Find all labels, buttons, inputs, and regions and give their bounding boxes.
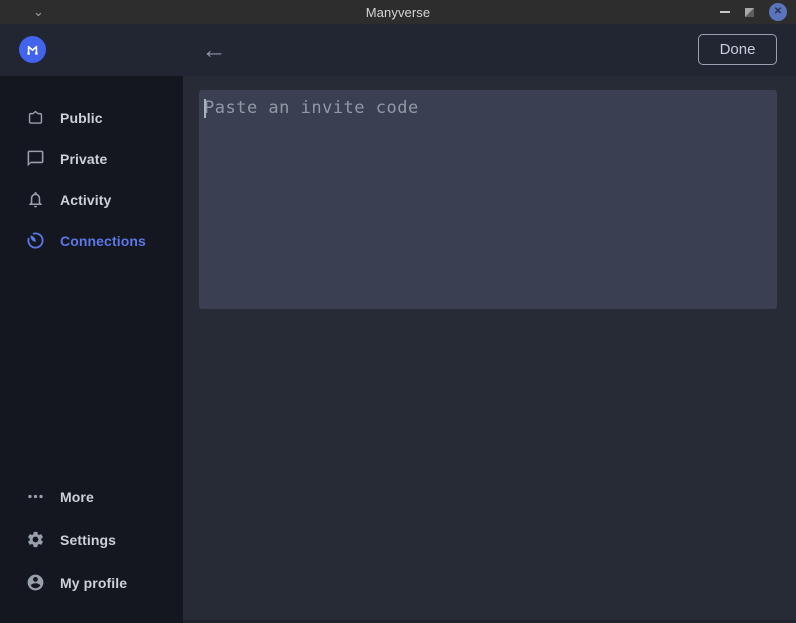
back-arrow-icon[interactable]: ← [200,34,228,66]
invite-code-input[interactable] [199,90,777,309]
sidebar-spacer [0,261,183,475]
manyverse-logo-icon [19,36,46,63]
sidebar-item-label: More [60,489,94,505]
sidebar-item-label: Connections [60,233,146,249]
app-header: ← Done [0,24,796,76]
profile-icon [26,573,45,592]
settings-icon [26,530,45,549]
sidebar: Public Private Activity [0,76,183,623]
sidebar-item-activity[interactable]: Activity [0,179,183,220]
sidebar-item-my-profile[interactable]: My profile [0,561,183,604]
private-icon [26,149,45,168]
sidebar-item-private[interactable]: Private [0,138,183,179]
window-controls: ✕ [720,0,787,24]
close-icon[interactable]: ✕ [769,3,787,21]
sidebar-item-label: My profile [60,575,127,591]
public-icon [26,108,45,127]
sidebar-item-more[interactable]: More [0,475,183,518]
sidebar-item-label: Private [60,151,107,167]
activity-icon [26,190,45,209]
connections-icon [26,231,45,250]
sidebar-main-nav: Public Private Activity [0,76,183,261]
titlebar: ⌄ Manyverse ✕ [0,0,796,24]
minimize-icon[interactable] [720,11,730,13]
sidebar-item-connections[interactable]: Connections [0,220,183,261]
sidebar-bottom-nav: More Settings My profile [0,475,183,623]
sidebar-item-public[interactable]: Public [0,97,183,138]
done-button[interactable]: Done [698,34,777,65]
sidebar-item-settings[interactable]: Settings [0,518,183,561]
more-icon [26,487,45,506]
sidebar-item-label: Public [60,110,103,126]
window-menu-chevron-icon[interactable]: ⌄ [33,1,44,23]
main-content [183,76,796,623]
sidebar-item-label: Settings [60,532,116,548]
window-title: Manyverse [0,5,796,20]
unmaximize-icon[interactable] [745,8,754,17]
sidebar-item-label: Activity [60,192,111,208]
